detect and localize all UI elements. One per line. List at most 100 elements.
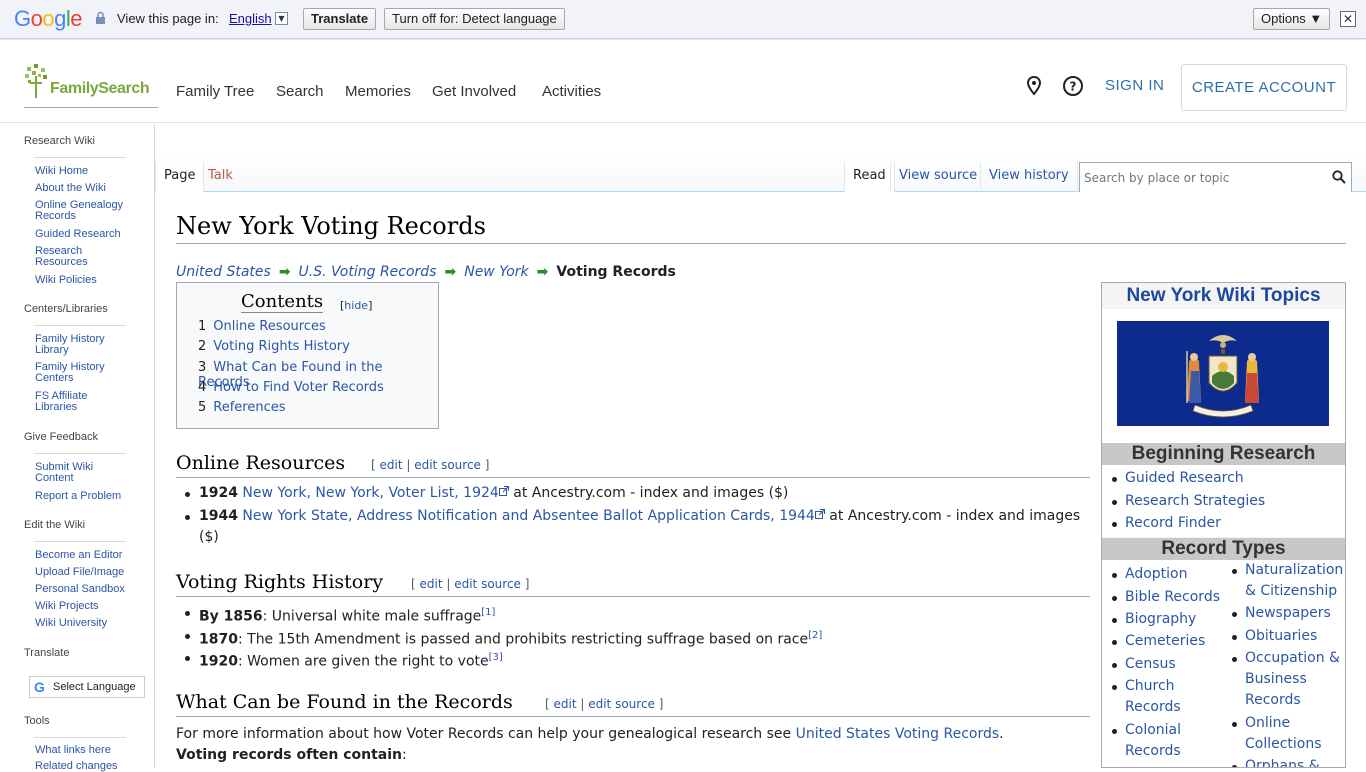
list-item[interactable]: Orphans &	[1232, 756, 1320, 767]
search-icon[interactable]	[1332, 170, 1346, 184]
flag-container	[1102, 309, 1345, 443]
list-item[interactable]: Biography	[1111, 609, 1196, 630]
list-item[interactable]: Obituaries	[1231, 626, 1317, 647]
breadcrumb-new-york[interactable]: New York	[464, 264, 528, 280]
tab-talk[interactable]: Talk	[200, 162, 241, 192]
reference-link[interactable]: [3]	[489, 652, 503, 663]
list-item[interactable]: Research Strategies	[1111, 491, 1265, 512]
sidebar-item-what-links-here[interactable]: What links here	[35, 745, 145, 756]
sidebar-item-online-genealogy-records[interactable]: Online Genealogy Records	[35, 200, 135, 222]
list-item[interactable]: Newspapers	[1232, 603, 1331, 624]
breadcrumb-united-states[interactable]: United States	[176, 264, 271, 280]
toc-item[interactable]: 4 How to Find Voter Records	[198, 380, 384, 395]
sidebar-item-fs-affiliate-libraries[interactable]: FS Affiliate Libraries	[35, 391, 115, 413]
edit-source-link[interactable]: edit source	[588, 697, 655, 711]
nav-memories[interactable]: Memories	[345, 83, 411, 100]
page-title: New York Voting Records	[176, 212, 486, 240]
tab-view-history[interactable]: View history	[980, 162, 1078, 192]
new-york-flag-image	[1117, 321, 1329, 426]
ancestry-1924-link[interactable]: New York, New York, Voter List, 1924	[242, 485, 509, 501]
google-translate-bar: Google View this page in: English ▼ Tran…	[0, 0, 1366, 39]
sidebar-heading-research-wiki: Research Wiki	[24, 135, 95, 147]
divider	[176, 596, 1090, 597]
divider	[176, 243, 1346, 244]
nav-activities[interactable]: Activities	[542, 83, 601, 100]
edit-source-link[interactable]: edit source	[454, 577, 521, 591]
sidebar-item-report-problem[interactable]: Report a Problem	[35, 491, 145, 502]
external-link-icon	[498, 486, 509, 496]
toc-hide-toggle[interactable]: [hide]	[340, 299, 372, 312]
toc-title: Contents	[241, 291, 324, 313]
breadcrumb-us-voting-records[interactable]: U.S. Voting Records	[299, 264, 437, 280]
page-tabs: Page Talk Read View source View history …	[155, 124, 1366, 193]
location-pin-icon[interactable]	[1025, 76, 1043, 96]
select-language-dropdown[interactable]: G Select Language	[29, 676, 145, 698]
sidebar-item-about-wiki[interactable]: About the Wiki	[35, 183, 145, 194]
nav-get-involved[interactable]: Get Involved	[432, 83, 516, 100]
options-button[interactable]: Options ▼	[1253, 8, 1331, 30]
view-in-label: View this page in:	[117, 11, 219, 26]
sidebar-item-personal-sandbox[interactable]: Personal Sandbox	[35, 584, 145, 595]
list-item[interactable]: Colonial Records	[1112, 720, 1205, 762]
edit-link[interactable]: edit	[380, 458, 403, 472]
list-item[interactable]: Naturalization & Citizenship	[1232, 560, 1345, 602]
sidebar-item-family-history-library[interactable]: Family History Library	[35, 334, 125, 356]
help-icon[interactable]: ?	[1062, 75, 1084, 97]
reference-link[interactable]: [2]	[808, 630, 822, 641]
sidebar-item-wiki-policies[interactable]: Wiki Policies	[35, 275, 145, 286]
arrow-right-icon: ➡	[444, 264, 457, 280]
close-icon[interactable]: ✕	[1340, 11, 1356, 27]
main-content: New York Voting Records United States ➡ U.…	[155, 192, 1366, 768]
list-item[interactable]: Record Finder	[1112, 513, 1221, 534]
list-item[interactable]: Cemeteries	[1111, 631, 1205, 652]
toc-item[interactable]: 5 References	[198, 400, 286, 415]
nav-family-tree[interactable]: Family Tree	[176, 83, 254, 100]
sidebar-item-family-history-centers[interactable]: Family History Centers	[35, 362, 125, 384]
list-item[interactable]: Adoption	[1112, 564, 1188, 585]
list-item[interactable]: Guided Research	[1112, 468, 1244, 489]
sidebar-item-related-changes[interactable]: Related changes	[35, 761, 145, 772]
tab-read[interactable]: Read	[844, 162, 895, 193]
list-item[interactable]: Online Collections	[1232, 713, 1335, 755]
toc-item[interactable]: 2 Voting Rights History	[198, 339, 350, 354]
turn-off-button[interactable]: Turn off for: Detect language	[384, 8, 565, 30]
list-item: By 1856: Universal white male suffrage[1…	[185, 602, 1089, 628]
list-item[interactable]: Census	[1112, 654, 1176, 675]
sidebar-item-wiki-projects[interactable]: Wiki Projects	[35, 601, 145, 612]
sign-in-link[interactable]: SIGN IN	[1105, 77, 1164, 94]
familysearch-logo[interactable]: FamilySearch	[24, 62, 158, 108]
chevron-down-icon[interactable]: ▼	[275, 12, 288, 25]
sidebar-item-submit-wiki-content[interactable]: Submit Wiki Content	[35, 462, 115, 484]
sidebar-item-research-resources[interactable]: Research Resources	[35, 246, 105, 268]
list-item[interactable]: Bible Records	[1112, 587, 1220, 608]
wiki-topics-infobox: New York Wiki Topics Beginning Research …	[1101, 282, 1346, 768]
sidebar-item-wiki-university[interactable]: Wiki University	[35, 618, 145, 629]
edit-source-link[interactable]: edit source	[414, 458, 481, 472]
translate-button[interactable]: Translate	[303, 8, 377, 30]
edit-link[interactable]: edit	[420, 577, 443, 591]
tab-view-source[interactable]: View source	[890, 162, 985, 192]
breadcrumb-current: Voting Records	[556, 264, 676, 280]
nav-search[interactable]: Search	[276, 83, 324, 100]
infobox-title[interactable]: New York Wiki Topics	[1102, 283, 1345, 309]
ancestry-1944-link[interactable]: New York State, Address Notification and…	[242, 508, 825, 524]
search-input[interactable]: Search by place or topic	[1079, 162, 1352, 193]
sidebar-item-wiki-home[interactable]: Wiki Home	[35, 166, 145, 177]
paragraph: For more information about how Voter Rec…	[176, 726, 1004, 742]
site-header: FamilySearch Family Tree Search Memories…	[0, 40, 1366, 123]
list-item[interactable]: Church Records	[1112, 676, 1205, 718]
lock-icon	[96, 11, 105, 24]
toc-item[interactable]: 1 Online Resources	[198, 319, 326, 334]
create-account-button[interactable]: CREATE ACCOUNT	[1181, 64, 1347, 111]
sidebar-item-become-editor[interactable]: Become an Editor	[35, 550, 145, 561]
language-link[interactable]: English	[229, 11, 272, 26]
sidebar-item-guided-research[interactable]: Guided Research	[35, 229, 145, 240]
us-voting-records-link[interactable]: United States Voting Records	[796, 726, 1000, 742]
tab-page[interactable]: Page	[155, 162, 205, 193]
tree-icon	[25, 64, 47, 98]
edit-link[interactable]: edit	[554, 697, 577, 711]
sidebar-item-upload-file[interactable]: Upload File/Image	[35, 567, 145, 578]
select-language-label: Select Language	[53, 681, 136, 693]
list-item[interactable]: Occupation & Business Records	[1232, 648, 1343, 711]
reference-link[interactable]: [1]	[481, 607, 495, 618]
